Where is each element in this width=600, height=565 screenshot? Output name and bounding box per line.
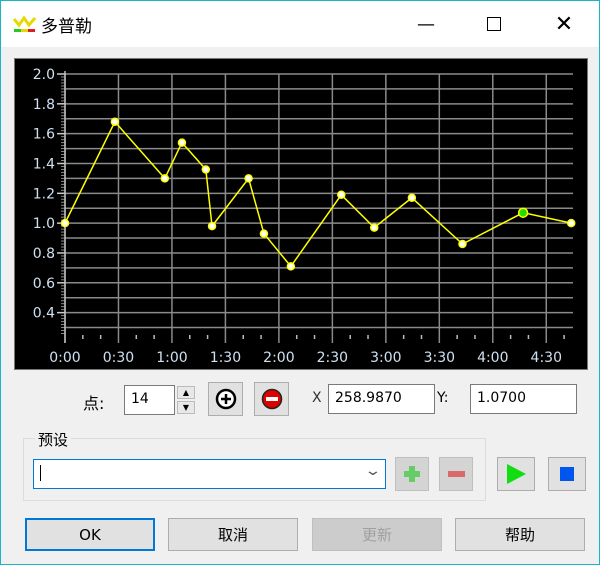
y-tick-label: 0.6 xyxy=(33,276,55,292)
x-tick-label: 2:00 xyxy=(263,350,294,366)
y-tick-label: 1.8 xyxy=(33,97,55,113)
x-label: X xyxy=(312,390,322,406)
points-spinner[interactable]: ▲ ▼ xyxy=(177,386,195,414)
add-preset-button[interactable] xyxy=(395,457,429,491)
selected-data-point xyxy=(517,207,529,218)
stop-button[interactable] xyxy=(548,457,586,491)
preset-combobox[interactable]: ⌄ xyxy=(33,459,386,489)
y-value-input[interactable]: 1.0700 xyxy=(470,384,577,414)
data-point xyxy=(458,239,467,249)
y-tick-label: 0.8 xyxy=(33,246,55,262)
chevron-down-icon[interactable]: ⌄ xyxy=(364,463,382,479)
data-point xyxy=(207,221,217,231)
x-tick-label: 2:30 xyxy=(317,350,348,366)
close-button[interactable]: ✕ xyxy=(541,1,587,47)
help-button[interactable]: 帮助 xyxy=(455,518,585,551)
data-point xyxy=(201,165,211,174)
data-point xyxy=(370,223,379,232)
preset-group-label: 预设 xyxy=(35,429,72,450)
y-tick-label: 1.2 xyxy=(33,186,55,202)
app-icon xyxy=(13,15,37,32)
minus-circle-icon xyxy=(261,388,282,410)
close-icon: ✕ xyxy=(554,11,574,37)
data-point xyxy=(286,262,296,271)
x-tick-label: 3:00 xyxy=(370,350,401,366)
x-tick-label: 1:00 xyxy=(156,350,187,366)
x-tick-label: 0:00 xyxy=(49,350,80,366)
y-label: Y: xyxy=(437,390,449,406)
stop-icon xyxy=(560,467,574,481)
minus-icon xyxy=(448,471,465,477)
ok-button[interactable]: OK xyxy=(25,518,155,551)
minimize-icon: — xyxy=(417,13,435,35)
maximize-icon xyxy=(487,17,501,31)
y-tick-label: 0.4 xyxy=(33,306,55,322)
title-bar: 多普勒 — ✕ xyxy=(1,1,599,47)
points-label: 点: xyxy=(83,394,105,413)
y-tick-label: 1.6 xyxy=(33,127,55,143)
y-tick-label: 2.0 xyxy=(33,67,55,83)
data-point xyxy=(177,138,187,147)
x-tick-label: 1:30 xyxy=(210,350,241,366)
data-point xyxy=(244,174,253,183)
text-cursor xyxy=(40,465,41,481)
data-point xyxy=(60,218,70,228)
y-tick-label: 1.0 xyxy=(33,216,55,232)
update-button[interactable]: 更新 xyxy=(312,518,442,551)
data-point xyxy=(407,193,417,203)
x-tick-label: 0:30 xyxy=(103,350,134,366)
play-icon xyxy=(507,464,526,484)
doppler-dialog: 多普勒 — ✕ 2.0 1.8 1.6 1.4 1.2 1.0 0.8 0.6 0.4 0:00 0… xyxy=(0,0,600,565)
remove-point-button[interactable] xyxy=(254,382,289,416)
window-title: 多普勒 xyxy=(41,17,92,37)
plus-icon xyxy=(404,466,420,482)
y-tick-label: 1.4 xyxy=(33,156,55,172)
x-value-input[interactable]: 258.9870 xyxy=(328,384,435,414)
x-tick-label: 3:30 xyxy=(424,350,455,366)
x-tick-label: 4:00 xyxy=(477,350,508,366)
play-button[interactable] xyxy=(497,457,535,491)
data-point xyxy=(337,190,346,200)
x-tick-label: 4:30 xyxy=(531,350,562,366)
points-input[interactable]: 14 xyxy=(124,385,175,415)
spin-up-icon[interactable]: ▲ xyxy=(177,386,195,399)
doppler-chart[interactable]: 2.0 1.8 1.6 1.4 1.2 1.0 0.8 0.6 0.4 0:00 0:30 1:00 1… xyxy=(14,58,588,370)
maximize-button[interactable] xyxy=(471,1,517,47)
data-point xyxy=(160,174,170,183)
plus-circle-icon xyxy=(215,388,236,410)
cancel-button[interactable]: 取消 xyxy=(168,518,298,551)
minimize-button[interactable]: — xyxy=(403,1,449,47)
chart-svg[interactable]: 2.0 1.8 1.6 1.4 1.2 1.0 0.8 0.6 0.4 0:00 0:30 1:00 1… xyxy=(15,59,587,369)
data-point xyxy=(259,229,269,238)
data-point xyxy=(566,218,576,228)
spin-down-icon[interactable]: ▼ xyxy=(177,401,195,414)
remove-preset-button[interactable] xyxy=(439,457,473,491)
add-point-button[interactable] xyxy=(208,382,243,416)
data-point xyxy=(110,117,120,126)
